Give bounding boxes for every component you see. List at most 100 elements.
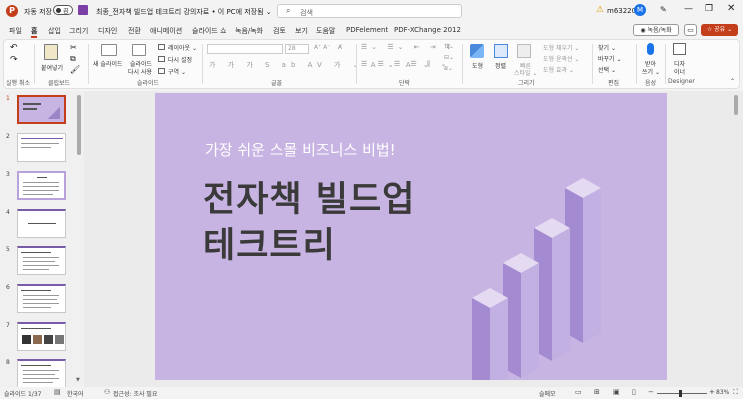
select-button[interactable]: 선택 ⌄ (598, 65, 616, 74)
reading-view-icon[interactable]: ▣ (613, 388, 620, 396)
undo-icon[interactable]: ↶ (10, 43, 18, 53)
shapes-icon[interactable] (470, 44, 484, 58)
reuse-slide-label-2[interactable]: 다시 사용 (128, 67, 152, 76)
section-button[interactable]: 구역 ⌄ (168, 67, 186, 76)
shape-outline-button[interactable]: 도형 윤곽선 ⌄ (543, 54, 579, 63)
shape-fill-button[interactable]: 도형 채우기 ⌄ (543, 43, 579, 52)
pen-icon[interactable]: ✎ (660, 5, 667, 14)
slideshow-icon[interactable]: ▯ (632, 388, 636, 396)
language[interactable]: 한국어 (67, 389, 84, 398)
tab-design[interactable]: 디자인 (98, 26, 117, 36)
dictate-label-2[interactable]: 쓰기 ⌄ (642, 67, 660, 76)
slide-thumbnail-4[interactable] (17, 209, 66, 238)
close-icon[interactable]: ✕ (727, 3, 735, 14)
accessibility-status[interactable]: 접근성: 조사 필요 (113, 389, 157, 398)
tab-animations[interactable]: 애니메이션 (150, 26, 182, 36)
designer-label-2[interactable]: 이너 (674, 67, 685, 76)
notes-button[interactable]: 슬메모 (539, 389, 556, 398)
smartart-icon[interactable]: ⧈⌄ (444, 65, 453, 73)
save-icon[interactable] (78, 5, 88, 15)
thumbnail-scrollbar[interactable] (77, 95, 81, 155)
slide-thumbnail-7[interactable] (17, 322, 66, 351)
shapes-button-label[interactable]: 도형 (472, 61, 483, 70)
zoom-slider-thumb[interactable] (679, 390, 682, 397)
record-button[interactable]: ◉ 녹음/녹화 (633, 24, 679, 36)
slide-subtitle[interactable]: 가장 쉬운 스몰 비즈니스 비법! (205, 139, 396, 160)
search-box[interactable]: ⌕ 검색 (277, 4, 462, 18)
slide-title-line-1[interactable]: 전자책 빌드업 (203, 171, 415, 222)
tab-slideshow[interactable]: 슬라이드 쇼 (192, 26, 226, 36)
slide-thumbnail-5[interactable] (17, 246, 66, 275)
share-button[interactable]: ☆ 공유 ⌄ (701, 24, 738, 36)
replace-button[interactable]: 바꾸기 ⌄ (598, 54, 622, 63)
reset-button[interactable]: 다시 설정 (168, 55, 192, 64)
align-text-icon[interactable]: ⊟⌄ (444, 54, 454, 61)
autosave-toggle[interactable]: 끔 (53, 5, 73, 15)
tab-home[interactable]: 홈 (31, 26, 38, 38)
zoom-in-icon[interactable]: + (709, 388, 715, 396)
tab-transitions[interactable]: 전환 (128, 26, 141, 36)
font-size-dropdown[interactable]: 28 (285, 44, 309, 54)
quick-styles-icon[interactable] (517, 44, 531, 58)
list-icons[interactable]: ☰⌄ ☰⌄ ⇤ ⇥ ↕ (361, 43, 456, 51)
paste-button-label[interactable]: 붙여넣기 (41, 63, 63, 72)
editor-scrollbar[interactable] (734, 95, 738, 115)
tab-record[interactable]: 녹음/녹화 (235, 26, 263, 36)
shape-effects-button[interactable]: 도형 효과 ⌄ (543, 65, 574, 74)
font-name-dropdown[interactable] (207, 44, 283, 54)
warning-icon[interactable]: ⚠ (596, 5, 604, 15)
document-title[interactable]: 최종_전자책 빌드업 테크트리 강의자료 • 이 PC에 저장됨 ⌄ (96, 7, 272, 17)
microphone-icon[interactable] (647, 43, 654, 55)
font-grow-icon[interactable]: A⁺ A⁻ (314, 44, 330, 51)
text-direction-icon[interactable]: ⇅⌄ (444, 43, 454, 50)
tab-help[interactable]: 도움말 (316, 26, 335, 36)
zoom-slider[interactable] (657, 390, 707, 397)
slide-editor: 가장 쉬운 스몰 비즈니스 비법! 전자책 빌드업 테크트리 (84, 91, 743, 387)
designer-icon[interactable] (673, 43, 686, 55)
thumbnail-number: 6 (6, 284, 10, 291)
layout-button[interactable]: 레이아웃 ⌄ (168, 43, 197, 52)
comment-icon[interactable]: ▭ (684, 24, 697, 36)
slide-title-line-2[interactable]: 테크트리 (203, 217, 336, 268)
spellcheck-icon[interactable]: ▤ (54, 388, 61, 396)
tab-file[interactable]: 파일 (9, 26, 22, 36)
cut-icon[interactable]: ✂ (70, 43, 77, 52)
tab-view[interactable]: 보기 (295, 26, 308, 36)
slide-thumbnail-6[interactable] (17, 284, 66, 313)
fit-slide-icon[interactable]: ⛶ (733, 388, 738, 397)
clear-format-icon[interactable]: A̸ (338, 44, 342, 51)
zoom-out-icon[interactable]: − (648, 388, 654, 396)
collapse-ribbon-icon[interactable]: ⌃ (730, 78, 735, 85)
group-editing-label: 편집 (608, 80, 620, 87)
zoom-level[interactable]: 83% (716, 389, 729, 396)
slide-thumbnail-1[interactable] (17, 95, 66, 124)
quick-styles-label-2[interactable]: 스타일 ⌄ (514, 68, 538, 77)
normal-view-icon[interactable]: ▭ (575, 388, 582, 396)
tab-pdfelement[interactable]: PDFelement (346, 26, 388, 34)
slide-thumbnail-3[interactable] (17, 171, 66, 200)
find-button[interactable]: 찾기 ⌄ (598, 43, 616, 52)
redo-icon[interactable]: ↷ (10, 55, 18, 65)
new-slide-icon[interactable] (101, 44, 117, 56)
arrange-icon[interactable] (494, 44, 508, 58)
avatar[interactable]: M (634, 4, 646, 16)
tab-pdfxchange[interactable]: PDF-XChange 2012 (394, 26, 461, 34)
new-slide-button-label[interactable]: 새 슬라이드 (93, 59, 123, 68)
tab-insert[interactable]: 삽입 (48, 26, 61, 36)
format-painter-icon[interactable]: 🖌 (70, 65, 80, 74)
minimize-icon[interactable]: — (684, 4, 693, 14)
slide-thumbnail-8[interactable] (17, 359, 66, 388)
slide-canvas[interactable]: 가장 쉬운 스몰 비즈니스 비법! 전자책 빌드업 테크트리 (155, 93, 667, 380)
paste-icon[interactable] (44, 44, 58, 60)
slide-thumbnail-2[interactable] (17, 133, 66, 162)
align-icons[interactable]: ☰ ☰ ☰ ☰ ⫼ ⌄ (361, 60, 450, 69)
restore-icon[interactable]: ❐ (705, 4, 713, 14)
arrange-button-label[interactable]: 정렬 (495, 61, 506, 70)
copy-icon[interactable]: ⧉ (70, 54, 76, 64)
tab-review[interactable]: 검토 (273, 26, 286, 36)
slide-sorter-icon[interactable]: ⊞ (594, 388, 600, 396)
accessibility-icon[interactable]: ⚇ (104, 388, 110, 396)
tab-draw[interactable]: 그리기 (69, 26, 88, 36)
reuse-slide-icon[interactable] (132, 44, 146, 56)
scroll-down-icon[interactable]: ▼ (76, 377, 80, 383)
